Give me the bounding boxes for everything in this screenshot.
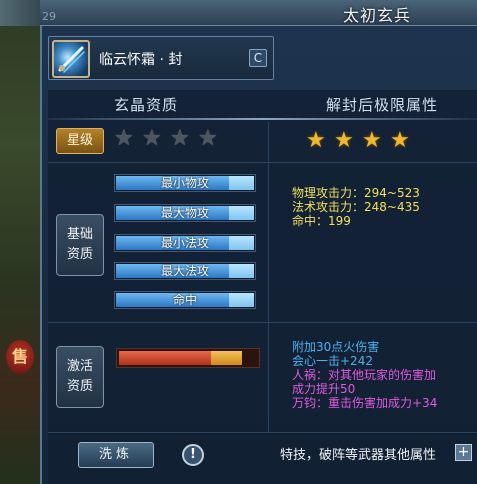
star-empty-icon: ★	[198, 126, 218, 151]
page-number: 29	[42, 10, 56, 23]
bar-label: 最大物攻	[160, 206, 209, 220]
expand-plus-icon[interactable]: +	[455, 444, 472, 461]
aptitude-bar: 命中	[114, 291, 256, 309]
aptitude-bar: 最大法攻	[114, 262, 256, 280]
title-bar[interactable]: 太初玄兵	[40, 0, 477, 26]
refresh-icon[interactable]: C	[249, 49, 267, 67]
stat-physical-attack: 物理攻击力：294~523	[292, 186, 420, 200]
star-empty-icon: ★	[142, 126, 162, 151]
item-name: 临云怀霜 · 封	[99, 52, 183, 68]
activation-aptitude-label: 激活 资质	[56, 346, 104, 408]
row-divider	[48, 432, 477, 433]
effect-line: 成力提升50	[292, 382, 356, 396]
stat-accuracy: 命中：199	[292, 214, 351, 228]
right-column-header: 解封后极限属性	[326, 96, 439, 114]
star-filled-icon: ★	[362, 128, 382, 153]
effect-line: 万钧：重击伤害加成力+34	[292, 396, 438, 410]
activation-bar	[116, 348, 260, 368]
star-level-badge: 星级	[56, 128, 104, 154]
star-empty-icon: ★	[170, 126, 190, 151]
star-filled-icon: ★	[306, 128, 326, 153]
bar-label: 最小物攻	[160, 176, 209, 190]
wash-button[interactable]: 洗炼	[78, 442, 154, 468]
effect-line: 附加30点火伤害	[292, 340, 380, 354]
star-filled-icon: ★	[334, 128, 354, 153]
weapon-icon[interactable]	[52, 40, 90, 78]
row-divider	[48, 322, 477, 323]
extra-attributes-label: 特技，破阵等武器其他属性	[280, 448, 437, 463]
left-column-header: 玄晶资质	[114, 96, 179, 114]
basic-label-line1: 基础	[66, 227, 93, 242]
column-divider	[268, 122, 269, 432]
activation-fill	[119, 351, 211, 365]
row-divider	[48, 162, 477, 163]
basic-aptitude-label: 基础 资质	[56, 214, 104, 276]
activation-label-line2: 资质	[66, 379, 93, 394]
header-divider	[48, 118, 477, 120]
aptitude-bar: 最小法攻	[114, 234, 256, 252]
basic-label-line2: 资质	[66, 247, 93, 262]
star-empty-icon: ★	[114, 126, 134, 151]
aptitude-bar: 最小物攻	[114, 174, 256, 192]
stat-magic-attack: 法术攻击力：248~435	[292, 200, 420, 214]
shop-orb-icon[interactable]: 售	[6, 340, 34, 374]
attribute-panel	[48, 90, 477, 484]
aptitude-bar: 最大物攻	[114, 204, 256, 222]
effect-line: 人祸：对其他玩家的伤害加	[292, 368, 437, 382]
star-filled-icon: ★	[390, 128, 410, 153]
window-title: 太初玄兵	[342, 6, 411, 25]
info-icon[interactable]: !	[182, 444, 204, 466]
activation-label-line1: 激活	[66, 359, 93, 374]
bar-label: 命中	[172, 293, 197, 307]
bar-label: 最大法攻	[160, 264, 209, 278]
item-header: 临云怀霜 · 封 C	[48, 36, 274, 80]
effect-line: 会心一击+242	[292, 354, 373, 368]
bar-label: 最小法攻	[160, 236, 209, 250]
activation-tail	[211, 351, 242, 365]
